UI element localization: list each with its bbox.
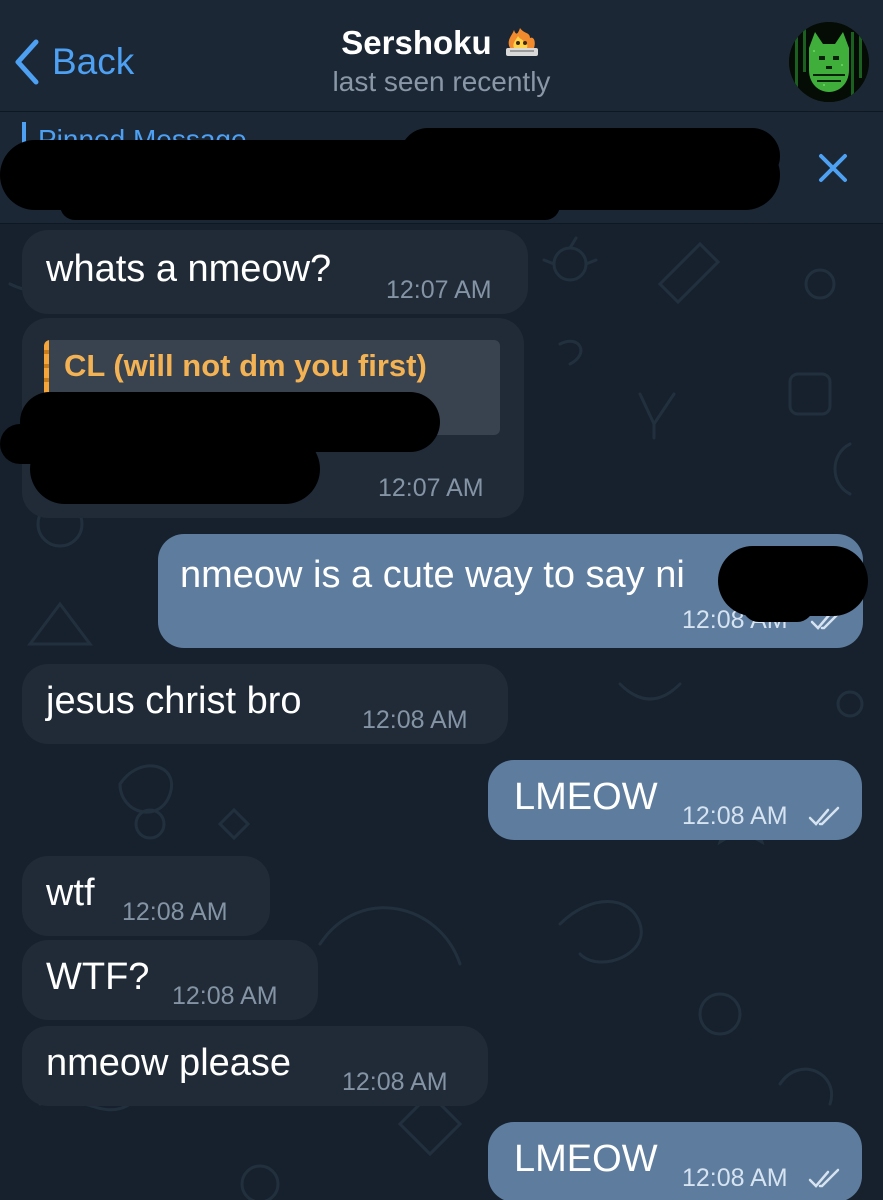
redaction-scribble xyxy=(0,424,160,464)
message-text: WTF? xyxy=(46,956,150,998)
last-seen-status: last seen recently xyxy=(332,66,551,97)
message-bubble-outgoing[interactable]: LMEOW 12:08 AM xyxy=(488,1122,862,1200)
cat-avatar-icon xyxy=(789,22,869,102)
message-time: 12:08 AM xyxy=(362,706,468,734)
chat-title: Sershoku xyxy=(341,24,492,61)
message-time: 12:08 AM xyxy=(122,898,228,926)
message-text: nmeow is a cute way to say ni xyxy=(180,554,685,596)
redaction-scribble xyxy=(742,588,814,622)
message-bubble-incoming[interactable]: whats a nmeow? 12:07 AM xyxy=(22,230,528,314)
message-bubble-incoming[interactable]: jesus christ bro 12:08 AM xyxy=(22,664,508,744)
redaction-scribble xyxy=(400,128,780,184)
message-text: jesus christ bro xyxy=(46,680,302,722)
message-text: LMEOW xyxy=(514,1138,658,1180)
reply-sender-name: CL (will not dm you first) xyxy=(64,348,427,383)
laptop-fire-emoji-icon xyxy=(505,28,538,56)
message-time: 12:07 AM xyxy=(386,276,492,304)
read-checkmarks-icon xyxy=(808,1168,840,1188)
message-time: 12:07 AM xyxy=(378,474,484,502)
message-time: 12:08 AM xyxy=(172,982,278,1010)
message-list[interactable]: whats a nmeow? 12:07 AM CL (will not dm … xyxy=(0,224,883,1200)
message-bubble-outgoing[interactable]: LMEOW 12:08 AM xyxy=(488,760,862,840)
chat-title-block[interactable]: Sershoku last seen recently xyxy=(0,24,883,98)
read-checkmarks-icon xyxy=(808,806,840,826)
message-time: 12:08 AM xyxy=(682,802,788,830)
message-text: whats a nmeow? xyxy=(46,248,332,290)
avatar[interactable] xyxy=(789,22,869,102)
chat-header: Back Sershoku last seen recently xyxy=(0,0,883,112)
message-time: 12:08 AM xyxy=(682,1164,788,1192)
message-time: 12:08 AM xyxy=(342,1068,448,1096)
message-bubble-incoming[interactable]: WTF? 12:08 AM xyxy=(22,940,318,1020)
message-text: LMEOW xyxy=(514,776,658,818)
message-bubble-incoming[interactable]: nmeow please 12:08 AM xyxy=(22,1026,488,1106)
redaction-scribble xyxy=(60,190,560,220)
message-bubble-incoming[interactable]: wtf 12:08 AM xyxy=(22,856,270,936)
message-text: wtf xyxy=(46,872,95,914)
close-icon[interactable] xyxy=(813,148,853,188)
message-text: nmeow please xyxy=(46,1042,292,1084)
